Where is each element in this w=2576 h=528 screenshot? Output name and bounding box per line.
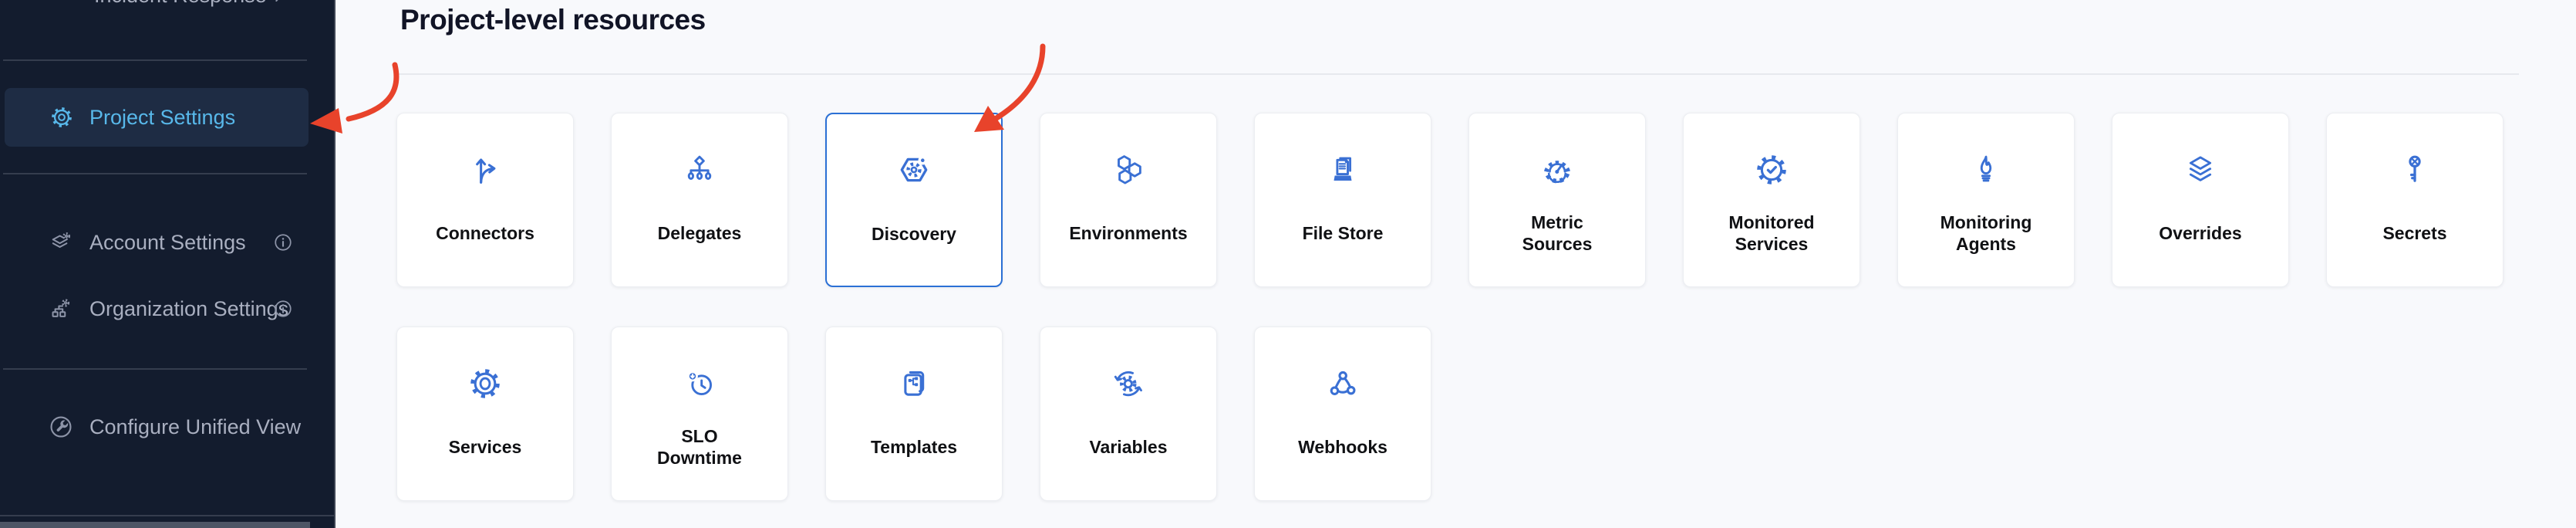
sidebar-item-account-settings[interactable]: Account Settings <box>0 219 335 266</box>
resource-card-webhooks[interactable]: Webhooks <box>1254 327 1431 501</box>
sidebar-divider <box>0 515 335 516</box>
sidebar-horizontal-scrollbar[interactable] <box>0 522 310 528</box>
sidebar-item-configure-unified-view[interactable]: Configure Unified View <box>0 404 335 450</box>
file-store-icon <box>1325 152 1360 188</box>
resource-card-label: Webhooks <box>1261 423 1425 471</box>
resource-card-services[interactable]: Services <box>396 327 574 501</box>
info-icon[interactable] <box>271 297 295 320</box>
resource-card-grid: Connectors Delegates <box>396 113 2504 501</box>
sidebar-item-label: Organization Settings <box>89 297 288 321</box>
overrides-layers-icon <box>2183 152 2218 188</box>
info-icon[interactable] <box>271 231 295 254</box>
account-settings-layers-icon <box>49 230 74 255</box>
gear-icon <box>49 105 74 130</box>
resource-card-label: Overrides <box>2119 209 2282 257</box>
resource-card-metric-sources[interactable]: Metric Sources <box>1468 113 1646 287</box>
secrets-key-icon <box>2397 152 2433 188</box>
resource-card-monitoring-agents[interactable]: Monitoring Agents <box>1897 113 2075 287</box>
resource-card-variables[interactable]: Variables <box>1040 327 1217 501</box>
sidebar-divider <box>3 173 307 174</box>
resource-card-discovery[interactable]: Discovery <box>825 113 1003 287</box>
resource-card-label: SLO Downtime <box>618 423 781 471</box>
title-divider <box>399 73 2519 75</box>
organization-settings-icon <box>49 296 74 321</box>
resource-card-secrets[interactable]: Secrets <box>2326 113 2504 287</box>
sidebar-item-organization-settings[interactable]: Organization Settings <box>0 286 335 332</box>
variables-icon <box>1111 366 1146 401</box>
resource-card-environments[interactable]: Environments <box>1040 113 1217 287</box>
resource-card-file-store[interactable]: File Store <box>1254 113 1431 287</box>
resource-card-monitored-services[interactable]: Monitored Services <box>1683 113 1860 287</box>
discovery-icon <box>896 152 932 188</box>
sidebar-item-label: Account Settings <box>89 231 246 255</box>
sidebar-item-project-settings[interactable]: Project Settings <box>5 88 309 147</box>
monitoring-agents-icon <box>1968 152 2004 188</box>
environments-icon <box>1111 152 1146 188</box>
page-title: Project-level resources <box>400 4 706 36</box>
resource-card-label: Metric Sources <box>1475 209 1639 257</box>
resource-card-label: Delegates <box>618 209 781 257</box>
wrench-circle-icon <box>48 414 74 440</box>
monitored-services-icon <box>1754 152 1789 188</box>
resource-card-overrides[interactable]: Overrides <box>2112 113 2289 287</box>
resource-card-label: File Store <box>1261 209 1425 257</box>
main-content: Project-level resources Connectors <box>337 0 2576 528</box>
sidebar-item-label: Configure Unified View <box>89 415 301 439</box>
chevron-right-icon <box>268 0 288 5</box>
webhooks-icon <box>1325 366 1360 401</box>
resource-card-templates[interactable]: Templates <box>825 327 1003 501</box>
sidebar-item-incident-response[interactable]: Incident Response <box>0 0 335 17</box>
resource-card-label: Discovery <box>833 210 995 258</box>
sidebar-divider <box>3 59 307 61</box>
services-gear-icon <box>467 366 503 401</box>
resource-card-label: Monitoring Agents <box>1904 209 2068 257</box>
resource-card-label: Secrets <box>2333 209 2497 257</box>
resource-card-connectors[interactable]: Connectors <box>396 113 574 287</box>
resource-card-delegates[interactable]: Delegates <box>611 113 788 287</box>
sidebar-item-label: Incident Response <box>94 0 267 8</box>
sidebar: Incident Response Project Settings <box>0 0 335 528</box>
sidebar-item-label: Project Settings <box>89 106 235 130</box>
resource-card-label: Monitored Services <box>1690 209 1853 257</box>
metric-sources-icon <box>1539 152 1575 188</box>
resource-card-label: Connectors <box>403 209 567 257</box>
resource-card-slo-downtime[interactable]: SLO Downtime <box>611 327 788 501</box>
resource-card-label: Environments <box>1047 209 1210 257</box>
incident-response-icon <box>56 0 79 7</box>
templates-icon <box>896 366 932 401</box>
connectors-icon <box>467 152 503 188</box>
slo-downtime-icon <box>682 366 717 401</box>
delegates-icon <box>682 152 717 188</box>
resource-card-label: Services <box>403 423 567 471</box>
sidebar-divider <box>3 368 307 370</box>
resource-card-label: Templates <box>832 423 996 471</box>
resource-card-label: Variables <box>1047 423 1210 471</box>
